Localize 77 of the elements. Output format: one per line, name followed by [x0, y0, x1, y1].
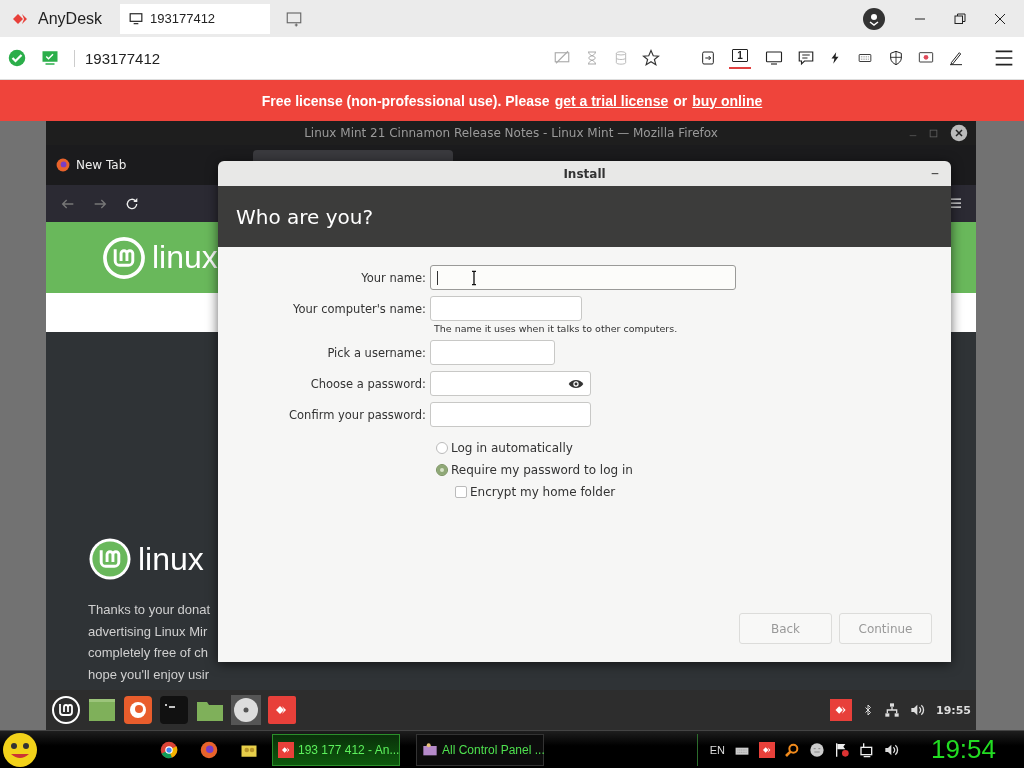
field-label: Your name: [360, 270, 427, 285]
firefox-icon[interactable] [200, 740, 218, 759]
paragraph-line: Thanks to your donat [88, 601, 211, 619]
banner-text: or [673, 92, 688, 109]
star-icon[interactable] [642, 49, 660, 67]
account-icon[interactable] [862, 6, 886, 31]
taskbar-clock[interactable]: 19:54 [930, 734, 996, 765]
radio-label[interactable]: Log in automatically [451, 441, 573, 455]
radio-button[interactable] [436, 464, 448, 476]
paragraph-line: hope you'll enjoy usir [88, 665, 209, 684]
disc-icon[interactable] [231, 695, 261, 725]
network-icon[interactable] [858, 741, 875, 758]
browser-tab[interactable]: New Tab [56, 145, 127, 185]
input-field[interactable] [430, 402, 591, 427]
close-icon[interactable] [950, 124, 968, 142]
firefox-icon[interactable] [123, 695, 153, 725]
display-button[interactable]: 1 [729, 47, 751, 69]
address-field[interactable]: 193177412 [74, 49, 161, 67]
taskbar-button[interactable]: All Control Panel ... [416, 733, 544, 766]
field-label: Your computer's name: [292, 301, 427, 316]
field-hint: The name it uses when it talks to other computers. [434, 323, 679, 334]
language-indicator[interactable]: EN [709, 743, 725, 756]
paragraph-line: advertising Linux Mir [88, 622, 208, 641]
volume-icon[interactable] [910, 702, 926, 718]
chat-icon[interactable] [797, 49, 815, 67]
anydesk-icon [278, 741, 294, 758]
buy-online-link[interactable]: buy online [692, 92, 763, 109]
monitor-icon[interactable] [764, 49, 784, 67]
dialog-heading: Who are you? [236, 204, 374, 229]
site-logo-text: linux [152, 239, 218, 276]
chrome-icon[interactable] [160, 740, 178, 759]
smiley-start-icon[interactable] [0, 731, 40, 768]
input-field[interactable] [430, 296, 582, 321]
paragraph-line: completely free of ch [88, 644, 208, 662]
anydesk-icon[interactable] [267, 695, 297, 725]
input-field[interactable] [430, 340, 555, 365]
pen-icon[interactable] [948, 49, 964, 67]
menu-icon[interactable] [994, 48, 1014, 68]
connected-check-icon [8, 49, 26, 67]
panel-clock[interactable]: 19:55 [936, 703, 971, 717]
record-screen-icon[interactable] [917, 50, 935, 66]
network-icon[interactable] [884, 702, 900, 718]
face-icon[interactable] [808, 741, 825, 758]
mint-menu-icon[interactable] [51, 695, 81, 725]
taskbar-button[interactable]: 193 177 412 - An... [272, 733, 400, 766]
close-icon[interactable] [994, 12, 1006, 25]
field-label: Choose a password: [309, 376, 427, 391]
monitor-check-icon [40, 49, 60, 67]
license-notice: Free license (non-professional use). Please [261, 92, 550, 109]
dialog-title: Install [563, 166, 606, 181]
checkbox-label[interactable]: Encrypt my home folder [470, 485, 616, 499]
app-name: AnyDesk [38, 9, 103, 28]
shield-icon[interactable] [888, 49, 904, 67]
logo-text: linux [138, 540, 204, 578]
firefox-icon [56, 158, 70, 172]
monitor-icon [128, 11, 145, 26]
input-field[interactable] [430, 371, 591, 396]
mint-logo-icon [102, 235, 146, 280]
input-field[interactable] [430, 265, 736, 290]
text-cursor-icon [469, 270, 479, 286]
arrow-box-icon[interactable] [700, 49, 716, 67]
radio-button[interactable] [436, 442, 448, 454]
search-icon[interactable] [783, 741, 800, 758]
session-tab[interactable]: 193177412 [120, 3, 271, 34]
anydesk-icon[interactable] [758, 741, 775, 758]
field-label: Confirm your password: [288, 407, 427, 422]
trial-license-link[interactable]: get a trial license [554, 92, 669, 109]
flag-error-icon[interactable] [833, 741, 850, 758]
checkbox[interactable] [455, 486, 467, 498]
bluetooth-icon[interactable] [862, 702, 874, 718]
radio-label[interactable]: Require my password to log in [451, 463, 633, 477]
control-panel-icon [422, 741, 438, 758]
menu-icon[interactable] [950, 197, 962, 209]
field-label: Pick a username: [326, 345, 427, 360]
window-title: Linux Mint 21 Cinnamon Release Notes - Linux Mint — Mozilla Firefox [304, 126, 718, 140]
restore-icon[interactable] [954, 12, 966, 25]
mint-logo-icon [88, 537, 132, 581]
